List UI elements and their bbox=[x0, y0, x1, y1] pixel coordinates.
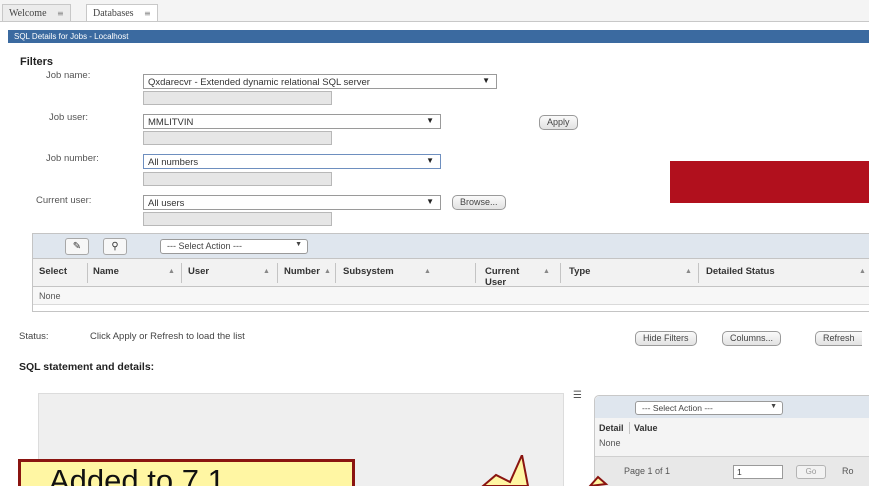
jobs-table: ✎ ⚲ --- Select Action --- ▼ Select Name … bbox=[32, 233, 869, 312]
tab-bar: Welcome ≡ Databases ≡ bbox=[0, 0, 869, 22]
job-name-value: Qxdarecvr - Extended dynamic relational … bbox=[148, 77, 370, 88]
sort-icon[interactable]: ▲ bbox=[263, 268, 270, 275]
current-user-input[interactable] bbox=[143, 212, 332, 226]
details-panel: --- Select Action --- ▼ Detail Value Non… bbox=[594, 395, 869, 486]
tab-welcome[interactable]: Welcome ≡ bbox=[2, 4, 71, 21]
page-input[interactable]: 1 bbox=[733, 465, 783, 479]
job-number-input[interactable] bbox=[143, 172, 332, 186]
details-select-action-dropdown[interactable]: --- Select Action --- ▼ bbox=[635, 401, 783, 415]
col-value[interactable]: Value bbox=[634, 423, 658, 433]
browse-button[interactable]: Browse... bbox=[452, 195, 506, 210]
column-divider bbox=[560, 263, 561, 283]
job-user-value: MMLITVIN bbox=[148, 117, 194, 128]
col-detailed-status[interactable]: Detailed Status bbox=[706, 266, 775, 277]
select-action-dropdown[interactable]: --- Select Action --- ▼ bbox=[160, 239, 308, 254]
edit-icon[interactable]: ✎ bbox=[65, 238, 89, 255]
dropdown-arrow-icon: ▼ bbox=[482, 76, 490, 85]
tab-databases-label: Databases bbox=[93, 8, 134, 19]
column-divider bbox=[629, 422, 630, 434]
current-user-label: Current user: bbox=[36, 195, 92, 206]
column-divider bbox=[277, 263, 278, 283]
red-highlight-box bbox=[670, 161, 869, 203]
sort-icon[interactable]: ▲ bbox=[324, 268, 331, 275]
panel-title: SQL Details for Jobs - Localhost bbox=[8, 30, 869, 43]
hide-filters-button[interactable]: Hide Filters bbox=[635, 331, 697, 346]
job-user-input[interactable] bbox=[143, 131, 332, 145]
column-divider bbox=[181, 263, 182, 283]
col-select[interactable]: Select bbox=[39, 266, 67, 277]
callout-box: Added to 7.1 bbox=[18, 459, 355, 486]
sql-heading: SQL statement and details: bbox=[19, 361, 155, 373]
sort-icon[interactable]: ▲ bbox=[685, 268, 692, 275]
table-row: None bbox=[33, 287, 869, 305]
column-divider bbox=[475, 263, 476, 283]
job-name-label: Job name: bbox=[46, 70, 91, 81]
column-divider bbox=[87, 263, 88, 283]
apply-button[interactable]: Apply bbox=[539, 115, 578, 130]
rows-label: Ro bbox=[842, 466, 854, 476]
job-user-select[interactable]: MMLITVIN ▼ bbox=[143, 114, 441, 129]
details-pager: Page 1 of 1 1 Go Ro bbox=[595, 456, 869, 486]
dropdown-arrow-icon: ▼ bbox=[426, 156, 434, 165]
columns-button[interactable]: Columns... bbox=[722, 331, 782, 346]
sort-icon[interactable]: ▲ bbox=[424, 268, 431, 275]
dropdown-arrow-icon: ▼ bbox=[426, 116, 434, 125]
go-button[interactable]: Go bbox=[796, 465, 826, 479]
status-text: Click Apply or Refresh to load the list bbox=[90, 331, 245, 342]
dropdown-arrow-icon: ▼ bbox=[426, 197, 434, 206]
details-toolbar: --- Select Action --- ▼ bbox=[595, 396, 869, 418]
dropdown-arrow-icon: ▼ bbox=[295, 241, 302, 248]
col-current-user[interactable]: Current User bbox=[485, 266, 539, 288]
col-subsystem[interactable]: Subsystem bbox=[343, 266, 394, 277]
column-divider bbox=[698, 263, 699, 283]
star-burst-icon bbox=[481, 455, 609, 486]
menu-icon[interactable]: ☰ bbox=[573, 390, 582, 401]
dropdown-arrow-icon: ▼ bbox=[770, 403, 777, 410]
column-divider bbox=[335, 263, 336, 283]
filter-icon[interactable]: ⚲ bbox=[103, 238, 127, 255]
job-user-label: Job user: bbox=[49, 112, 89, 123]
table-header: Select Name ▲ User ▲ Number ▲ Subsystem … bbox=[33, 259, 869, 288]
job-number-value: All numbers bbox=[148, 157, 199, 168]
col-name[interactable]: Name bbox=[93, 266, 119, 277]
table-toolbar: ✎ ⚲ --- Select Action --- ▼ bbox=[33, 234, 869, 259]
select-action-label: --- Select Action --- bbox=[167, 241, 243, 251]
sort-icon[interactable]: ▲ bbox=[168, 268, 175, 275]
col-user[interactable]: User bbox=[188, 266, 209, 277]
job-name-select[interactable]: Qxdarecvr - Extended dynamic relational … bbox=[143, 74, 497, 89]
filters-heading: Filters bbox=[20, 56, 54, 68]
tab-welcome-label: Welcome bbox=[9, 8, 47, 19]
tab-databases[interactable]: Databases ≡ bbox=[86, 4, 158, 21]
col-type[interactable]: Type bbox=[569, 266, 590, 277]
list-item: None bbox=[599, 438, 621, 448]
col-detail[interactable]: Detail bbox=[599, 423, 624, 433]
job-number-select[interactable]: All numbers ▼ bbox=[143, 154, 441, 169]
tab-menu-icon[interactable]: ≡ bbox=[57, 9, 64, 18]
sort-icon[interactable]: ▲ bbox=[859, 268, 866, 275]
current-user-select[interactable]: All users ▼ bbox=[143, 195, 441, 210]
details-select-action-label: --- Select Action --- bbox=[642, 403, 713, 413]
job-number-label: Job number: bbox=[46, 153, 99, 164]
sort-icon[interactable]: ▲ bbox=[543, 268, 550, 275]
page-label: Page 1 of 1 bbox=[624, 466, 671, 476]
tab-menu-icon[interactable]: ≡ bbox=[144, 9, 151, 18]
current-user-value: All users bbox=[148, 198, 185, 209]
refresh-button[interactable]: Refresh bbox=[815, 331, 862, 346]
status-label: Status: bbox=[19, 331, 49, 342]
col-number[interactable]: Number bbox=[284, 266, 320, 277]
job-name-input[interactable] bbox=[143, 91, 332, 105]
